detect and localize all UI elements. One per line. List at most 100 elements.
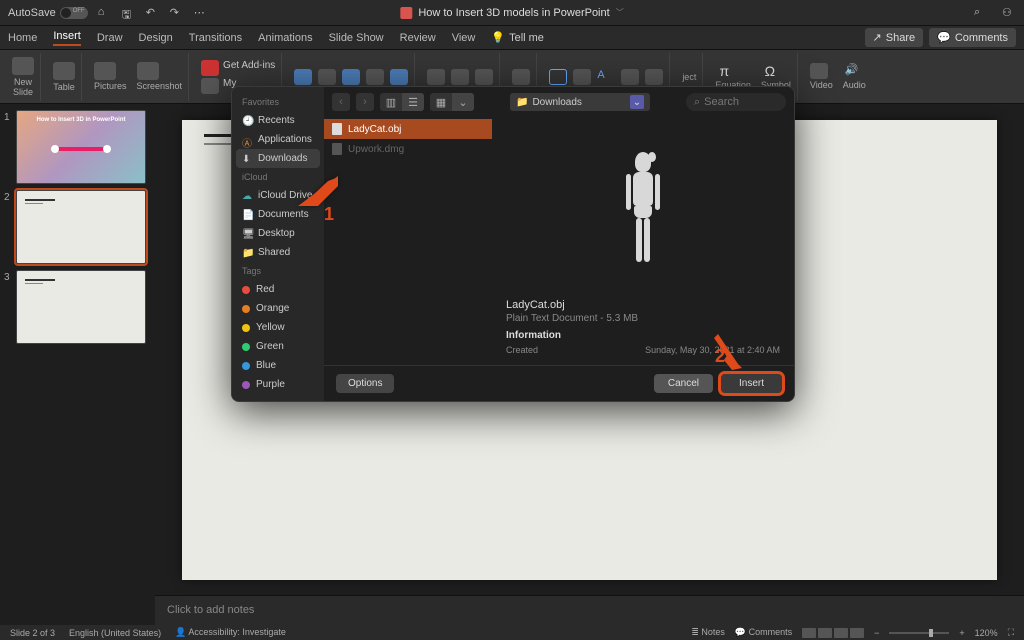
- annotation-number-1: 1: [324, 204, 334, 225]
- desktop-icon: 🖥: [242, 229, 252, 239]
- chevron-icon: ⌄: [630, 95, 644, 109]
- tab-transitions[interactable]: Transitions: [189, 32, 242, 44]
- search-icon: ⌕: [694, 96, 700, 109]
- object-button[interactable]: ject: [682, 72, 696, 82]
- tag-orange[interactable]: Orange: [232, 299, 324, 318]
- doc-icon: 📄: [242, 210, 252, 220]
- toggle-pill[interactable]: OFF: [60, 7, 88, 19]
- table-button[interactable]: Table: [47, 53, 82, 101]
- link-button[interactable]: [451, 69, 469, 85]
- chevron-down-icon[interactable]: ﹀: [616, 7, 624, 18]
- back-button[interactable]: ‹: [332, 93, 350, 111]
- sidebar-desktop[interactable]: 🖥Desktop: [232, 224, 324, 243]
- language-indicator[interactable]: English (United States): [69, 628, 161, 638]
- smartart-button[interactable]: [366, 69, 384, 85]
- sidebar-downloads[interactable]: ⬇Downloads: [236, 149, 320, 168]
- dot-icon: [242, 305, 250, 313]
- video-button[interactable]: Video: [810, 63, 833, 91]
- tag-red[interactable]: Red: [232, 280, 324, 299]
- location-dropdown[interactable]: 📁 Downloads ⌄: [510, 93, 650, 111]
- preview-filename: LadyCat.obj: [506, 299, 780, 311]
- preview-info-heading: Information: [506, 330, 780, 341]
- notes-pane[interactable]: Click to add notes: [155, 595, 1024, 625]
- sidebar-recents[interactable]: 🕘Recents: [232, 111, 324, 130]
- comments-button[interactable]: 💬Comments: [929, 28, 1016, 47]
- wordart-button[interactable]: A: [597, 69, 615, 85]
- forward-button[interactable]: ›: [356, 93, 374, 111]
- icons-button[interactable]: [318, 69, 336, 85]
- slide-thumbnails: 1 How to Insert 3D in PowerPoint 2 3: [0, 104, 155, 595]
- tag-purple[interactable]: Purple: [232, 375, 324, 394]
- account-icon[interactable]: ⚇: [1002, 6, 1016, 20]
- reading-view-button[interactable]: [834, 628, 848, 638]
- more-icon[interactable]: ⋯: [194, 6, 208, 20]
- clock-icon: 🕘: [242, 116, 252, 126]
- zoom-in-button[interactable]: +: [959, 628, 964, 638]
- comment-insert-button[interactable]: [512, 69, 530, 85]
- shapes-button[interactable]: [294, 69, 312, 85]
- tag-blue[interactable]: Blue: [232, 356, 324, 375]
- share-icon: ↗: [873, 31, 882, 44]
- tab-home[interactable]: Home: [8, 32, 37, 44]
- accessibility-indicator[interactable]: 👤 Accessibility: Investigate: [175, 627, 286, 638]
- new-slide-button[interactable]: New Slide: [6, 53, 41, 101]
- file-row-upwork[interactable]: Upwork.dmg: [324, 139, 492, 159]
- screenshot-button[interactable]: Screenshot: [137, 62, 183, 92]
- thumbnail-slide-2[interactable]: [16, 190, 146, 264]
- chart-button[interactable]: [390, 69, 408, 85]
- tab-insert[interactable]: Insert: [53, 30, 81, 46]
- save-icon[interactable]: 🖫: [122, 6, 136, 20]
- options-button[interactable]: Options: [336, 374, 394, 393]
- undo-icon[interactable]: ↶: [146, 6, 160, 20]
- insert-button[interactable]: Insert: [721, 374, 782, 393]
- tell-me[interactable]: 💡Tell me: [491, 31, 544, 44]
- sorter-view-button[interactable]: [818, 628, 832, 638]
- sidebar-icloud-drive[interactable]: ☁iCloud Drive: [232, 186, 324, 205]
- tab-design[interactable]: Design: [139, 32, 173, 44]
- date-time-button[interactable]: [621, 69, 639, 85]
- column-view-button[interactable]: ▥: [380, 93, 402, 111]
- thumbnail-slide-3[interactable]: [16, 270, 146, 344]
- fit-button[interactable]: ⛶: [1008, 627, 1014, 638]
- zoom-out-button[interactable]: −: [874, 628, 879, 638]
- slide-number-button[interactable]: [645, 69, 663, 85]
- search-icon[interactable]: ⌕: [974, 6, 988, 20]
- thumbnail-slide-1[interactable]: How to Insert 3D in PowerPoint: [16, 110, 146, 184]
- group-button[interactable]: ⌄: [452, 93, 474, 111]
- pictures-button[interactable]: Pictures: [94, 62, 127, 92]
- tab-draw[interactable]: Draw: [97, 32, 123, 44]
- sidebar-documents[interactable]: 📄Documents: [232, 205, 324, 224]
- home-icon[interactable]: ⌂: [98, 6, 112, 20]
- notes-toggle[interactable]: ≣ Notes: [691, 627, 725, 638]
- sidebar-applications[interactable]: ⒶApplications: [232, 130, 324, 149]
- search-input[interactable]: ⌕ Search: [686, 93, 786, 111]
- grid-view-button[interactable]: ▦: [430, 93, 452, 111]
- audio-button[interactable]: 🔊Audio: [843, 63, 866, 91]
- tab-view[interactable]: View: [452, 32, 476, 44]
- autosave-toggle[interactable]: AutoSave OFF: [8, 7, 88, 19]
- action-button[interactable]: [475, 69, 493, 85]
- comments-toggle[interactable]: 💬 Comments: [735, 627, 792, 638]
- textbox-button[interactable]: [549, 69, 567, 85]
- tab-animations[interactable]: Animations: [258, 32, 312, 44]
- zoom-button[interactable]: [427, 69, 445, 85]
- file-preview: LadyCat.obj Plain Text Document - 5.3 MB…: [492, 117, 794, 365]
- redo-icon[interactable]: ↷: [170, 6, 184, 20]
- cancel-button[interactable]: Cancel: [654, 374, 713, 393]
- zoom-slider[interactable]: [889, 632, 949, 634]
- slideshow-view-button[interactable]: [850, 628, 864, 638]
- zoom-level[interactable]: 120%: [975, 628, 998, 638]
- 3d-models-button[interactable]: [342, 69, 360, 85]
- tab-review[interactable]: Review: [400, 32, 436, 44]
- file-row-ladycat[interactable]: LadyCat.obj: [324, 119, 492, 139]
- normal-view-button[interactable]: [802, 628, 816, 638]
- share-button[interactable]: ↗Share: [865, 28, 924, 47]
- folder-icon: 📁: [516, 97, 528, 108]
- list-view-button[interactable]: ☰: [402, 93, 424, 111]
- tag-green[interactable]: Green: [232, 337, 324, 356]
- header-footer-button[interactable]: [573, 69, 591, 85]
- sidebar-shared[interactable]: 📁Shared: [232, 243, 324, 262]
- tag-yellow[interactable]: Yellow: [232, 318, 324, 337]
- tab-slideshow[interactable]: Slide Show: [329, 32, 384, 44]
- get-addins-button[interactable]: Get Add-ins: [201, 60, 275, 76]
